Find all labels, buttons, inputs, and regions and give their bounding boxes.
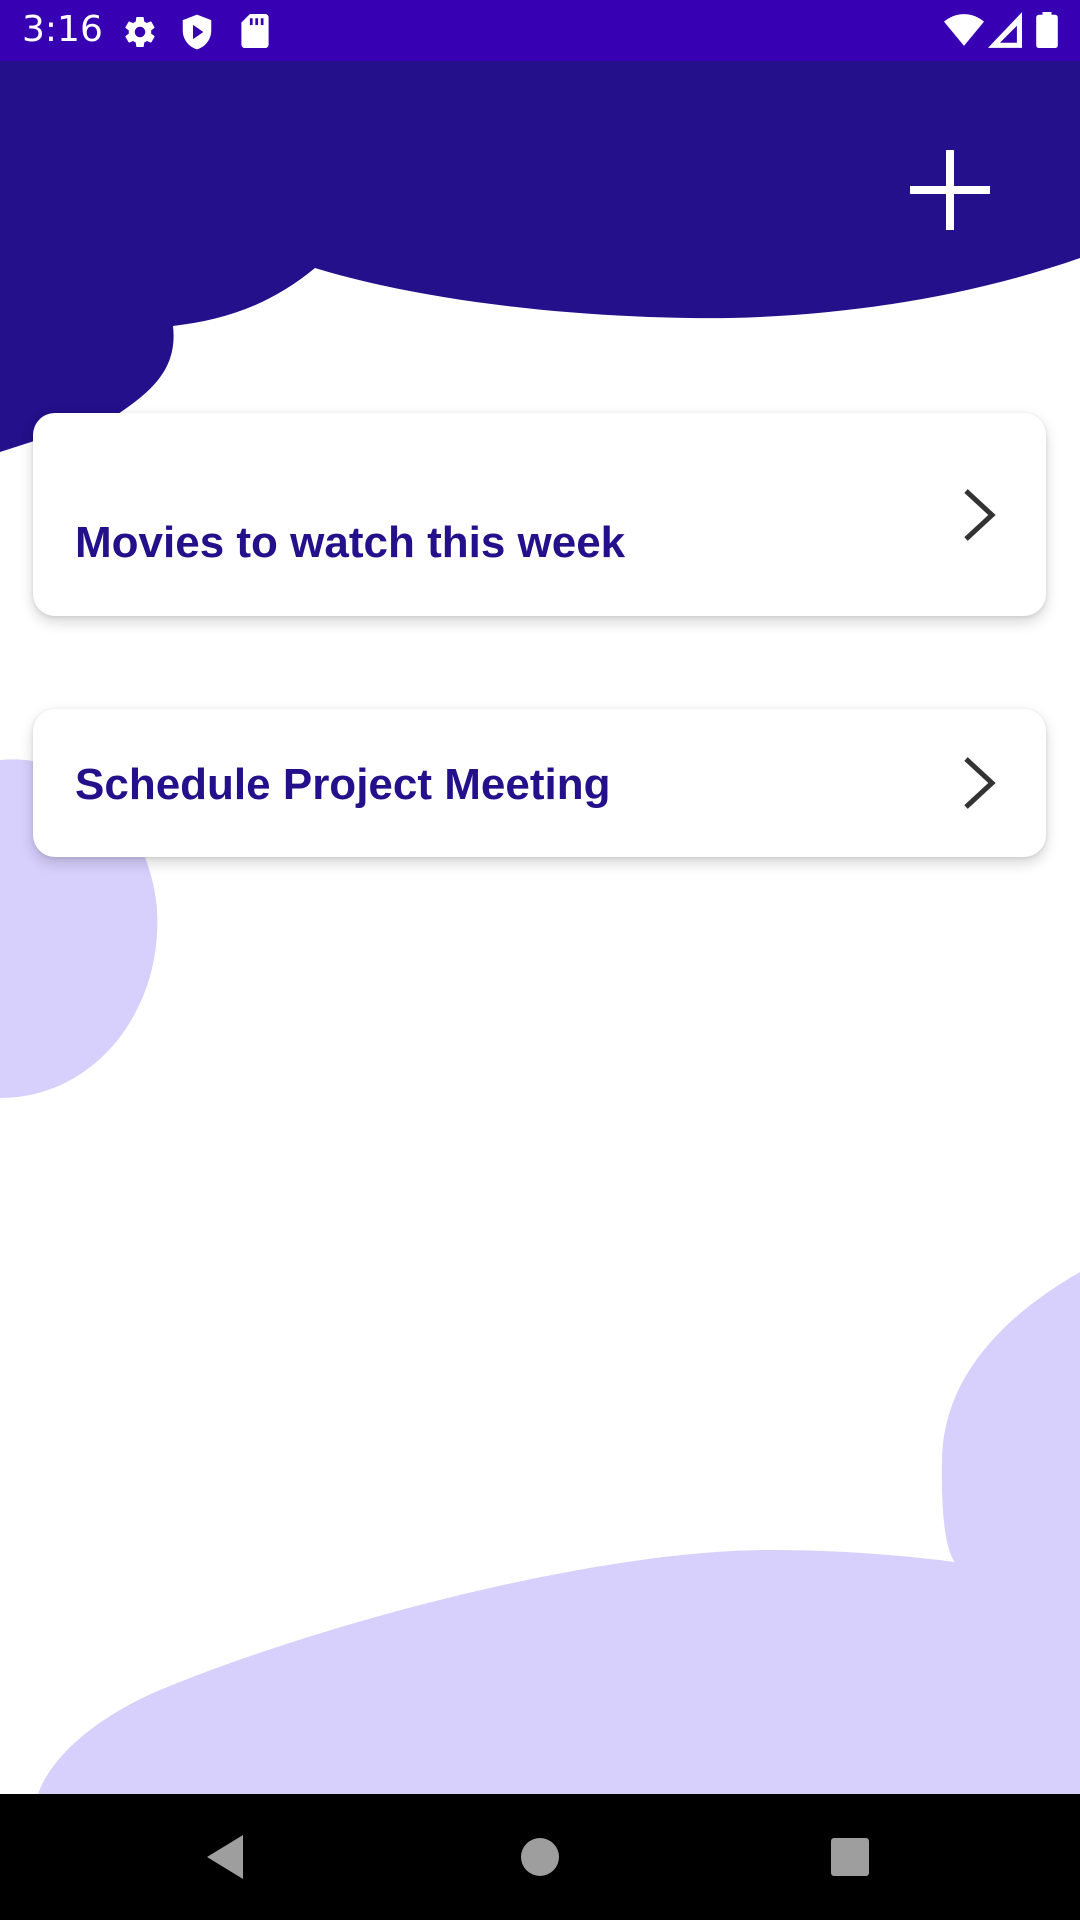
signal-icon (988, 12, 1022, 53)
home-button[interactable] (505, 1822, 575, 1892)
home-icon (521, 1838, 559, 1876)
list-card[interactable]: Schedule Project Meeting (33, 709, 1046, 857)
plus-icon (910, 150, 990, 230)
sd-card-icon (241, 14, 269, 53)
battery-icon (1036, 12, 1058, 53)
wifi-icon (944, 14, 984, 51)
background-shapes (0, 61, 1080, 1794)
header-blob (0, 61, 1080, 452)
play-protect-icon (180, 13, 214, 56)
recents-button[interactable] (815, 1822, 885, 1892)
back-button[interactable] (190, 1822, 260, 1892)
recents-icon (831, 1838, 869, 1876)
navigation-bar (0, 1794, 1080, 1920)
add-list-button[interactable] (900, 140, 1000, 240)
list-card-title: Schedule Project Meeting (75, 760, 611, 809)
chevron-right-icon (964, 489, 996, 541)
back-icon (207, 1835, 243, 1879)
bottom-blob (38, 1272, 1080, 1794)
list-card[interactable]: Movies to watch this week (33, 413, 1046, 616)
status-bar: 3:16 (0, 0, 1080, 61)
settings-icon (122, 14, 158, 55)
list-card-title: Movies to watch this week (75, 518, 626, 567)
status-time: 3:16 (22, 9, 103, 50)
app-screen: 3:16 Movies to watch this week Schedule … (0, 0, 1080, 1920)
chevron-right-icon (964, 757, 996, 809)
